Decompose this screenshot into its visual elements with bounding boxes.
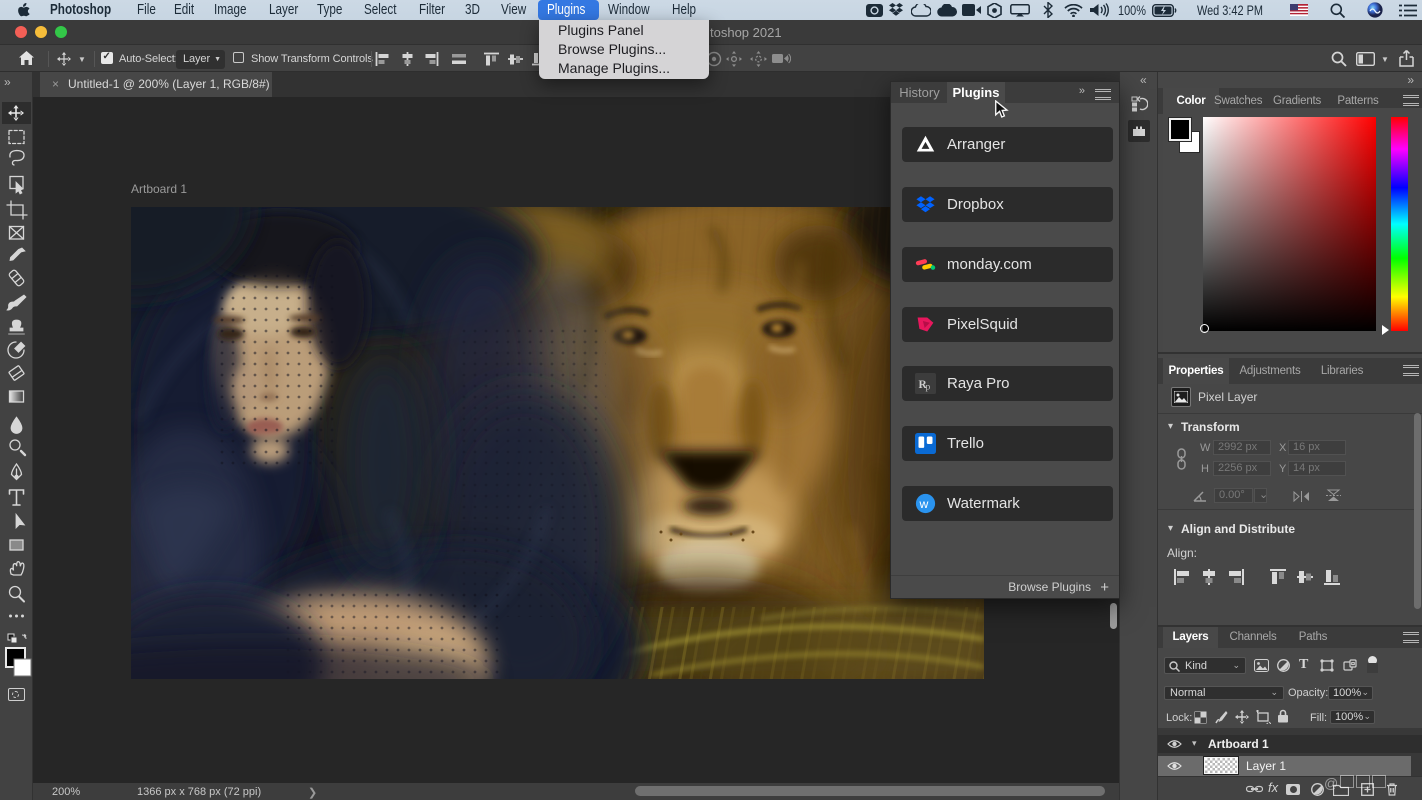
svg-text:p: p [926, 382, 931, 393]
svg-text:w: w [919, 497, 929, 511]
